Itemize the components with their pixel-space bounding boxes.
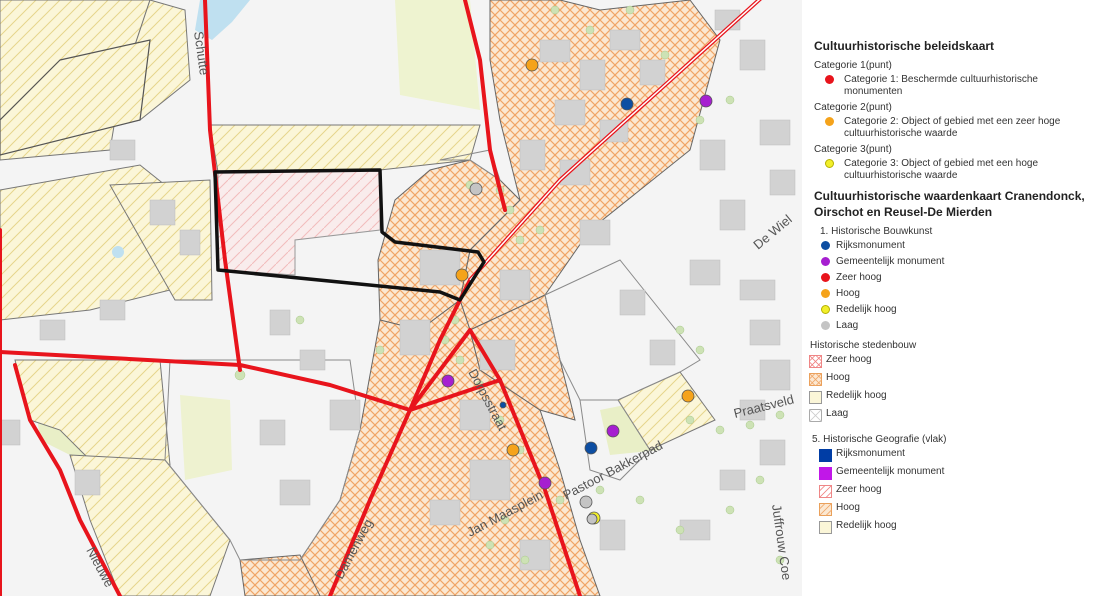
legend-cat3-text: Categorie 3: Object of gebied met een ho… xyxy=(844,158,1039,181)
orange-dot-icon xyxy=(824,117,834,126)
legend-stedenbouw-item: Zeer hoog xyxy=(804,354,1088,368)
legend-cat2-text: Categorie 2: Object of gebied met een ze… xyxy=(844,116,1061,139)
legend-geografie-item: Zeer hoog xyxy=(814,484,1088,498)
legend-geografie-label: 5. Historische Geografie (vlak) xyxy=(812,434,947,445)
purple-square-icon xyxy=(818,467,832,480)
legend-cat3-label: Categorie 3(punt) xyxy=(814,144,892,155)
marker-gemeentelijk-monument[interactable] xyxy=(606,424,620,438)
legend-bouwkunst-item: Hoog xyxy=(814,288,1088,300)
legend-stedenbouw-label: Historische stedenbouw xyxy=(810,340,917,351)
legend-panel: Cultuurhistorische beleidskaart Categori… xyxy=(802,0,1096,596)
legend-bouwkunst-item: Zeer hoog xyxy=(814,272,1088,284)
legend-cat1-item: Categorie 1: Beschermde cultuurhistorisc… xyxy=(814,74,1088,98)
legend-bouwkunst-item: Redelijk hoog xyxy=(814,304,1088,316)
marker-gemeentelijk-monument[interactable] xyxy=(538,476,552,490)
map-canvas[interactable]: De Wiel Praatsveld Dorpsstraat Pastoor B… xyxy=(0,0,802,596)
legend-bouwkunst-text: Rijksmonument xyxy=(836,240,905,251)
legend-geografie-item: Gemeentelijk monument xyxy=(814,466,1088,480)
yellow-swatch-icon xyxy=(808,391,822,404)
legend-title-waardenkaart: Cultuurhistorische waardenkaart Cranendo… xyxy=(814,189,1085,219)
orange-hatch-swatch-icon xyxy=(818,503,832,516)
red-dot-icon xyxy=(820,273,830,282)
red-hatch-swatch-icon xyxy=(808,355,822,368)
marker-laag[interactable] xyxy=(469,182,483,196)
marker-hoog[interactable] xyxy=(681,389,695,403)
legend-geografie-text: Redelijk hoog xyxy=(836,520,897,531)
legend-bouwkunst-text: Gemeentelijk monument xyxy=(836,256,945,267)
legend-bouwkunst-item: Laag xyxy=(814,320,1088,332)
legend-title-beleidskaart: Cultuurhistorische beleidskaart xyxy=(814,39,995,53)
yellow-dot-icon xyxy=(824,159,834,168)
legend-stedenbouw-text: Redelijk hoog xyxy=(826,390,887,401)
legend-geografie-item: Redelijk hoog xyxy=(814,520,1088,534)
legend-bouwkunst-item: Rijksmonument xyxy=(814,240,1088,252)
legend-bouwkunst-text: Laag xyxy=(836,320,859,331)
marker-rijksmonument-small[interactable] xyxy=(499,401,507,409)
legend-geografie-item: Rijksmonument xyxy=(814,448,1088,462)
marker-gemeentelijk-monument[interactable] xyxy=(699,94,713,108)
red-hatch-swatch-icon xyxy=(818,485,832,498)
legend-stedenbouw-text: Hoog xyxy=(826,372,850,383)
legend-geografie-text: Hoog xyxy=(836,502,860,513)
marker-rijksmonument[interactable] xyxy=(584,441,598,455)
gray-hatch-swatch-icon xyxy=(808,409,822,422)
legend-stedenbouw-text: Laag xyxy=(826,408,849,419)
marker-hoog[interactable] xyxy=(455,268,469,282)
orange-dot-icon xyxy=(820,289,830,298)
legend-stedenbouw-text: Zeer hoog xyxy=(826,354,872,365)
legend-stedenbouw-item: Laag xyxy=(804,408,1088,422)
yellow-dot-icon xyxy=(820,305,830,314)
legend-bouwkunst-text: Zeer hoog xyxy=(836,272,882,283)
map-view[interactable]: De Wiel Praatsveld Dorpsstraat Pastoor B… xyxy=(0,0,802,596)
legend-bouwkunst-item: Gemeentelijk monument xyxy=(814,256,1088,268)
legend-stedenbouw-item: Hoog xyxy=(804,372,1088,386)
marker-hoog[interactable] xyxy=(506,443,520,457)
purple-dot-icon xyxy=(820,257,830,266)
legend-bouwkunst-text: Hoog xyxy=(836,288,860,299)
marker-laag[interactable] xyxy=(586,513,598,525)
legend-cat1-label: Categorie 1(punt) xyxy=(814,60,892,71)
blue-square-icon xyxy=(818,449,832,462)
red-dot-icon xyxy=(824,75,834,84)
orange-hatch-swatch-icon xyxy=(808,373,822,386)
legend-stedenbouw-item: Redelijk hoog xyxy=(804,390,1088,404)
legend-geografie-text: Rijksmonument xyxy=(836,448,905,459)
legend-cat2-label: Categorie 2(punt) xyxy=(814,102,892,113)
legend-geografie-text: Zeer hoog xyxy=(836,484,882,495)
legend-geografie-text: Gemeentelijk monument xyxy=(836,466,945,477)
yellow-swatch-icon xyxy=(818,521,832,534)
legend-cat2-item: Categorie 2: Object of gebied met een ze… xyxy=(814,116,1088,140)
legend-cat1-text: Categorie 1: Beschermde cultuurhistorisc… xyxy=(844,74,1038,97)
marker-rijksmonument[interactable] xyxy=(620,97,634,111)
legend-bouwkunst-label: 1. Historische Bouwkunst xyxy=(820,226,933,237)
marker-hoog[interactable] xyxy=(525,58,539,72)
legend-bouwkunst-text: Redelijk hoog xyxy=(836,304,897,315)
gray-dot-icon xyxy=(820,321,830,330)
marker-laag[interactable] xyxy=(579,495,593,509)
blue-dot-icon xyxy=(820,241,830,250)
marker-gemeentelijk-monument[interactable] xyxy=(441,374,455,388)
pond xyxy=(112,246,124,258)
legend-geografie-item: Hoog xyxy=(814,502,1088,516)
legend-cat3-item: Categorie 3: Object of gebied met een ho… xyxy=(814,158,1088,182)
